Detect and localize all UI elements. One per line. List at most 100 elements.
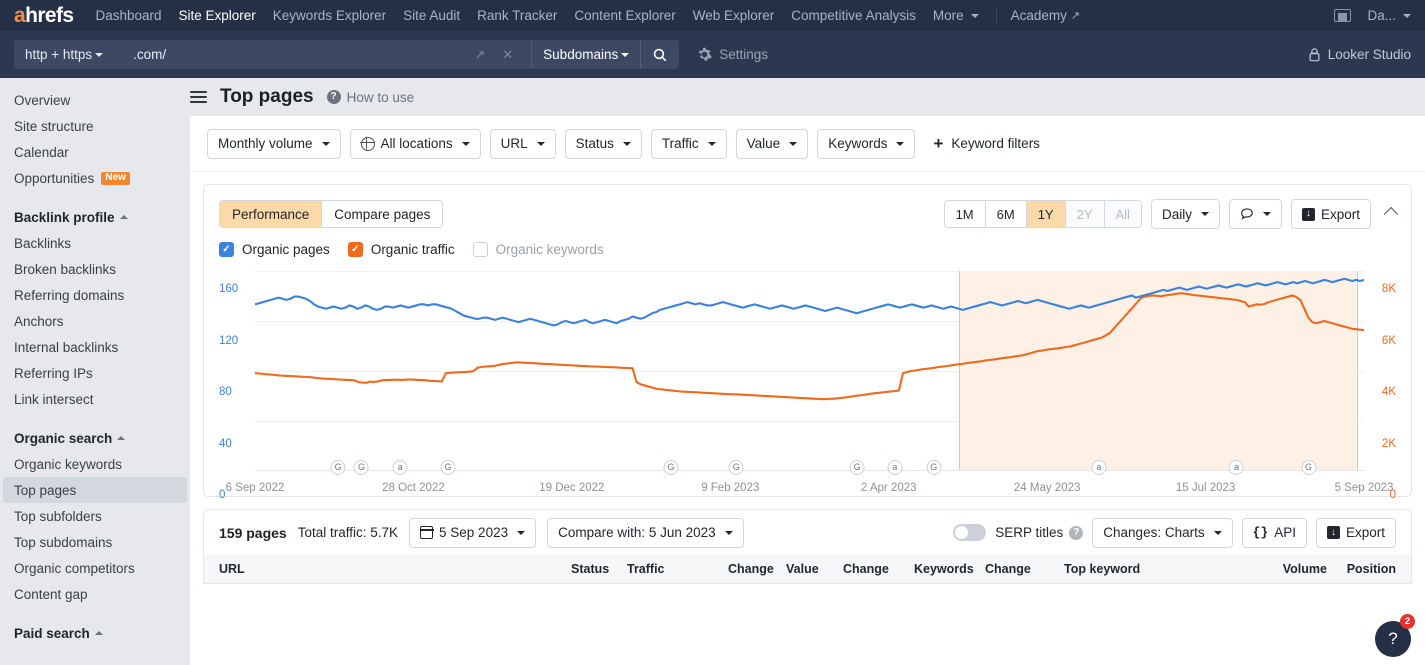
- sidebar-group-organic-search[interactable]: Organic search: [0, 425, 190, 451]
- column-keywords-change[interactable]: Change: [985, 562, 1064, 576]
- monitor-icon[interactable]: [1334, 9, 1352, 22]
- legend-organic-pages[interactable]: ✓ Organic pages: [219, 242, 330, 257]
- filter-monthly-volume[interactable]: Monthly volume: [207, 128, 341, 159]
- help-icon[interactable]: ?: [1069, 525, 1084, 540]
- ahrefs-update-marker[interactable]: a: [887, 460, 903, 475]
- chart-export-button[interactable]: Export: [1290, 199, 1371, 229]
- how-to-use-link[interactable]: ? How to use: [326, 90, 414, 105]
- sidebar-item-calendar[interactable]: Calendar: [0, 139, 190, 165]
- ahrefs-update-marker[interactable]: a: [392, 460, 408, 475]
- ahrefs-logo[interactable]: ahrefs: [14, 5, 74, 26]
- sidebar-item-backlinks[interactable]: Backlinks: [0, 230, 190, 256]
- target-url-input[interactable]: .com/ ↗ ✕: [114, 40, 532, 69]
- filter-value[interactable]: Value: [735, 128, 809, 159]
- nav-web-explorer[interactable]: Web Explorer: [693, 8, 775, 23]
- nav-more[interactable]: More: [933, 8, 979, 23]
- column-top-keyword[interactable]: Top keyword: [1064, 562, 1283, 576]
- annotations-button[interactable]: [1228, 199, 1282, 229]
- sidebar-item-content-gap[interactable]: Content gap: [0, 581, 190, 607]
- column-status[interactable]: Status: [571, 562, 627, 576]
- legend-organic-traffic[interactable]: ✓ Organic traffic: [347, 242, 455, 257]
- google-update-marker[interactable]: G: [663, 460, 679, 475]
- filter-traffic[interactable]: Traffic: [650, 128, 727, 159]
- x-tick-label: 28 Oct 2022: [382, 482, 445, 494]
- sidebar-group-paid-search[interactable]: Paid search: [0, 620, 190, 646]
- sidebar-item-organic-keywords[interactable]: Organic keywords: [0, 451, 190, 477]
- sidebar-item-site-structure[interactable]: Site structure: [0, 113, 190, 139]
- nav-dashboard[interactable]: Dashboard: [95, 8, 161, 23]
- chart-plot-area[interactable]: [255, 271, 1364, 471]
- google-update-marker[interactable]: G: [926, 460, 942, 475]
- sidebar-item-overview[interactable]: Overview: [0, 87, 190, 113]
- compare-date-picker[interactable]: Compare with: 5 Jun 2023: [547, 517, 744, 548]
- nav-rank-tracker[interactable]: Rank Tracker: [477, 8, 557, 23]
- column-traffic-change[interactable]: Change: [728, 562, 786, 576]
- legend-organic-keywords[interactable]: Organic keywords: [472, 242, 604, 257]
- filter-status[interactable]: Status: [564, 128, 642, 159]
- protocol-selector[interactable]: http + https: [14, 40, 115, 69]
- chevron-down-icon: [789, 141, 798, 146]
- tab-performance[interactable]: Performance: [220, 201, 322, 227]
- sidebar-toggle-icon[interactable]: [190, 87, 207, 107]
- sidebar-item-top-subfolders[interactable]: Top subfolders: [0, 503, 190, 529]
- google-update-marker[interactable]: G: [849, 460, 865, 475]
- sidebar-item-broken-backlinks[interactable]: Broken backlinks: [0, 256, 190, 282]
- google-update-marker[interactable]: G: [1301, 460, 1317, 475]
- sidebar-item-top-subdomains[interactable]: Top subdomains: [0, 529, 190, 555]
- google-update-marker[interactable]: G: [353, 460, 369, 475]
- sidebar-item-anchors[interactable]: Anchors: [0, 308, 190, 334]
- chart-x-axis: [255, 470, 1364, 471]
- sidebar-item-organic-competitors[interactable]: Organic competitors: [0, 555, 190, 581]
- column-value-change[interactable]: Change: [843, 562, 914, 576]
- sidebar-item-internal-backlinks[interactable]: Internal backlinks: [0, 334, 190, 360]
- range-1y[interactable]: 1Y: [1025, 201, 1065, 227]
- api-button[interactable]: {} API: [1241, 517, 1307, 548]
- account-menu[interactable]: Da...: [1367, 8, 1411, 23]
- sidebar-item-opportunities[interactable]: Opportunities New: [0, 165, 190, 191]
- clear-input-icon[interactable]: ✕: [494, 47, 521, 63]
- filter-url[interactable]: URL: [489, 128, 556, 159]
- google-update-marker[interactable]: G: [330, 460, 346, 475]
- sidebar-group-backlink-profile[interactable]: Backlink profile: [0, 204, 190, 230]
- changes-selector[interactable]: Changes: Charts: [1092, 517, 1233, 548]
- sidebar-item-link-intersect[interactable]: Link intersect: [0, 386, 190, 412]
- chevron-down-icon: [461, 141, 470, 146]
- ahrefs-update-marker[interactable]: a: [1228, 460, 1244, 475]
- looker-studio-button[interactable]: Looker Studio: [1308, 47, 1411, 62]
- sidebar-item-referring-domains[interactable]: Referring domains: [0, 282, 190, 308]
- filter-keywords[interactable]: Keywords: [817, 128, 916, 159]
- collapse-chart-icon[interactable]: [1383, 206, 1399, 222]
- date-picker[interactable]: 5 Sep 2023: [409, 517, 537, 548]
- range-1m[interactable]: 1M: [944, 201, 985, 227]
- column-traffic[interactable]: Traffic: [627, 562, 728, 576]
- nav-academy[interactable]: Academy ↗: [1011, 8, 1081, 23]
- column-position[interactable]: Position: [1347, 562, 1396, 576]
- search-button[interactable]: [640, 40, 680, 69]
- filter-all-locations[interactable]: All locations: [349, 128, 481, 159]
- range-6m[interactable]: 6M: [984, 201, 1026, 227]
- open-in-new-tab-icon[interactable]: ↗: [466, 47, 493, 63]
- column-volume[interactable]: Volume: [1283, 562, 1347, 576]
- google-update-marker[interactable]: G: [440, 460, 456, 475]
- scope-selector[interactable]: Subdomains: [531, 40, 641, 69]
- sidebar-item-referring-ips[interactable]: Referring IPs: [0, 360, 190, 386]
- serp-titles-toggle[interactable]: [953, 524, 987, 541]
- sidebar-item-top-pages[interactable]: Top pages: [3, 477, 187, 503]
- add-keyword-filters-button[interactable]: + Keyword filters: [933, 135, 1039, 152]
- help-fab-badge: 2: [1400, 614, 1415, 629]
- settings-button[interactable]: Settings: [697, 47, 768, 62]
- nav-site-explorer[interactable]: Site Explorer: [179, 8, 256, 23]
- nav-site-audit[interactable]: Site Audit: [403, 8, 460, 23]
- ahrefs-update-marker[interactable]: a: [1091, 460, 1107, 475]
- nav-keywords-explorer[interactable]: Keywords Explorer: [273, 8, 386, 23]
- google-update-marker[interactable]: G: [728, 460, 744, 475]
- tab-compare-pages[interactable]: Compare pages: [321, 201, 443, 227]
- granularity-selector[interactable]: Daily: [1150, 199, 1220, 229]
- nav-content-explorer[interactable]: Content Explorer: [574, 8, 675, 23]
- column-value[interactable]: Value: [786, 562, 843, 576]
- nav-competitive-analysis[interactable]: Competitive Analysis: [791, 8, 916, 23]
- column-url[interactable]: URL: [219, 562, 571, 576]
- column-keywords[interactable]: Keywords: [914, 562, 985, 576]
- table-export-button[interactable]: Export: [1315, 517, 1396, 548]
- top-navigation: ahrefs Dashboard Site Explorer Keywords …: [0, 0, 1425, 31]
